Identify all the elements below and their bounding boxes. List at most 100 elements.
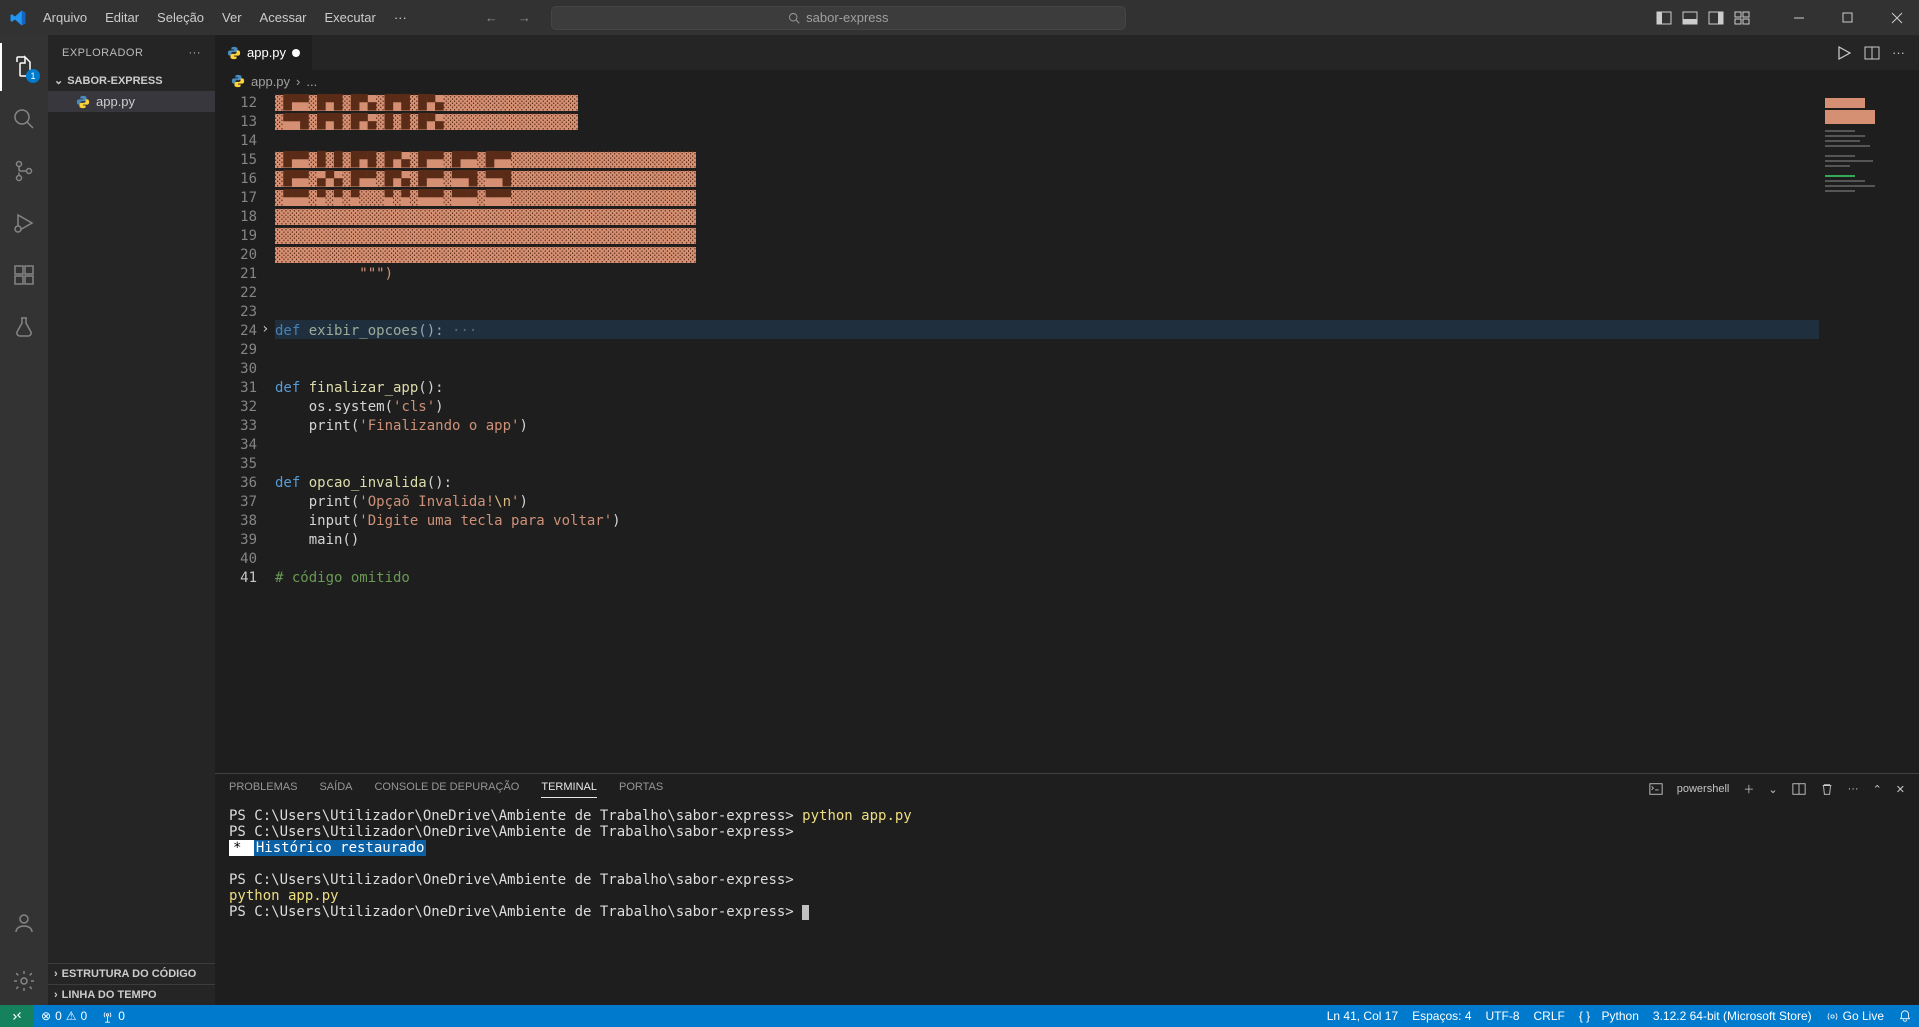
explorer-badge: 1 bbox=[26, 69, 40, 83]
window-minimize-button[interactable] bbox=[1776, 0, 1821, 35]
editor-actions: ··· bbox=[1822, 35, 1919, 70]
split-editor-icon[interactable] bbox=[1864, 45, 1880, 61]
new-terminal-icon[interactable]: ＋ bbox=[1743, 781, 1754, 797]
warning-icon: ⚠ bbox=[66, 1009, 77, 1023]
activity-testing[interactable] bbox=[0, 303, 48, 351]
panel-tab-terminal[interactable]: TERMINAL bbox=[541, 781, 597, 798]
search-icon bbox=[788, 12, 800, 24]
status-encoding[interactable]: UTF-8 bbox=[1479, 1005, 1527, 1027]
activity-settings[interactable] bbox=[0, 957, 48, 1005]
remote-indicator[interactable] bbox=[0, 1005, 34, 1027]
layout-customize-icon[interactable] bbox=[1732, 8, 1752, 28]
terminal[interactable]: PS C:\Users\Utilizador\OneDrive\Ambiente… bbox=[215, 804, 1919, 1005]
explorer-title: EXPLORADOR bbox=[62, 47, 143, 59]
panel-tab-problemas[interactable]: PROBLEMAS bbox=[229, 781, 297, 797]
title-bar: Arquivo Editar Seleção Ver Acessar Execu… bbox=[0, 0, 1919, 35]
layout-panel-icon[interactable] bbox=[1680, 8, 1700, 28]
python-file-icon bbox=[227, 46, 241, 60]
status-language[interactable]: { } Python bbox=[1572, 1005, 1646, 1027]
status-cursor[interactable]: Ln 41, Col 17 bbox=[1320, 1005, 1405, 1027]
broadcast-icon bbox=[1826, 1010, 1839, 1023]
menu-more[interactable]: ··· bbox=[386, 5, 415, 30]
window-close-button[interactable] bbox=[1874, 0, 1919, 35]
fold-arrow-icon[interactable]: › bbox=[261, 320, 269, 339]
code-content[interactable]: › ░█▀▀░█▀█░█▀▄░█▀█░█▀▄░░░░░░░░░░░░░░░░ ░… bbox=[275, 92, 1819, 773]
breadcrumb-separator: › bbox=[296, 74, 300, 89]
layout-controls bbox=[1654, 8, 1752, 28]
python-file-icon bbox=[76, 95, 90, 109]
editor-more-icon[interactable]: ··· bbox=[1892, 45, 1905, 60]
status-notifications[interactable] bbox=[1891, 1005, 1919, 1027]
breadcrumb-file: app.py bbox=[251, 74, 290, 89]
layout-sidebar-right-icon[interactable] bbox=[1706, 8, 1726, 28]
explorer-more-icon[interactable]: ··· bbox=[189, 47, 202, 59]
menu-arquivo[interactable]: Arquivo bbox=[35, 5, 95, 30]
panel-maximize-icon[interactable]: ⌃ bbox=[1873, 783, 1882, 796]
activity-run-debug[interactable] bbox=[0, 199, 48, 247]
breadcrumb[interactable]: app.py › ... bbox=[215, 70, 1919, 92]
nav-forward-icon[interactable]: → bbox=[518, 10, 531, 25]
panel-close-icon[interactable]: ✕ bbox=[1896, 783, 1905, 796]
window-maximize-button[interactable] bbox=[1825, 0, 1870, 35]
dirty-indicator-icon bbox=[292, 49, 300, 57]
panel-tab-saida[interactable]: SAÍDA bbox=[319, 781, 352, 797]
outline-label: ESTRUTURA DO CÓDIGO bbox=[62, 968, 197, 980]
tab-app-py[interactable]: app.py bbox=[215, 35, 313, 70]
outline-section[interactable]: › ESTRUTURA DO CÓDIGO bbox=[48, 963, 215, 984]
status-interpreter[interactable]: 3.12.2 64-bit (Microsoft Store) bbox=[1646, 1005, 1819, 1027]
breadcrumb-symbol: ... bbox=[306, 74, 317, 89]
status-indent[interactable]: Espaços: 4 bbox=[1405, 1005, 1478, 1027]
status-golive[interactable]: Go Live bbox=[1819, 1005, 1891, 1027]
chevron-right-icon: › bbox=[54, 968, 58, 980]
line-gutter: 1213141516171819202122232429303132333435… bbox=[215, 92, 275, 773]
code-editor[interactable]: 1213141516171819202122232429303132333435… bbox=[215, 92, 1919, 773]
command-center-search[interactable]: sabor-express bbox=[551, 6, 1126, 30]
status-problems[interactable]: ⊗0 ⚠0 bbox=[34, 1005, 94, 1027]
panel-more-icon[interactable]: ··· bbox=[1848, 783, 1859, 795]
search-placeholder: sabor-express bbox=[806, 10, 888, 25]
activity-explorer[interactable]: 1 bbox=[0, 43, 48, 91]
status-bar: ⊗0 ⚠0 0 Ln 41, Col 17 Espaços: 4 UTF-8 C… bbox=[0, 1005, 1919, 1027]
tab-label: app.py bbox=[247, 45, 286, 60]
terminal-shell-label[interactable]: powershell bbox=[1677, 783, 1730, 795]
terminal-profile-icon[interactable] bbox=[1649, 782, 1663, 796]
menu-selecao[interactable]: Seleção bbox=[149, 5, 212, 30]
menu-executar[interactable]: Executar bbox=[317, 5, 384, 30]
nav-back-icon[interactable]: ← bbox=[485, 10, 498, 25]
layout-sidebar-left-icon[interactable] bbox=[1654, 8, 1674, 28]
panel-tab-portas[interactable]: PORTAS bbox=[619, 781, 663, 797]
error-icon: ⊗ bbox=[41, 1009, 51, 1023]
activity-source-control[interactable] bbox=[0, 147, 48, 195]
status-ports[interactable]: 0 bbox=[94, 1005, 132, 1027]
activity-account[interactable] bbox=[0, 899, 48, 947]
kill-terminal-icon[interactable] bbox=[1820, 782, 1834, 796]
menu-editar[interactable]: Editar bbox=[97, 5, 147, 30]
vscode-icon bbox=[0, 9, 35, 27]
file-app-py[interactable]: app.py bbox=[48, 91, 215, 112]
activity-bar: 1 bbox=[0, 35, 48, 1005]
split-terminal-icon[interactable] bbox=[1792, 782, 1806, 796]
file-name-label: app.py bbox=[96, 94, 135, 109]
python-file-icon bbox=[231, 74, 245, 88]
panel-tabs: PROBLEMAS SAÍDA CONSOLE DE DEPURAÇÃO TER… bbox=[215, 774, 1919, 804]
timeline-section[interactable]: › LINHA DO TEMPO bbox=[48, 984, 215, 1005]
minimap[interactable] bbox=[1819, 92, 1919, 773]
menu-bar: Arquivo Editar Seleção Ver Acessar Execu… bbox=[35, 5, 415, 30]
sidebar-explorer: EXPLORADOR ··· ⌄ SABOR-EXPRESS app.py › … bbox=[48, 35, 215, 1005]
status-eol[interactable]: CRLF bbox=[1527, 1005, 1572, 1027]
panel-tab-debug-console[interactable]: CONSOLE DE DEPURAÇÃO bbox=[374, 781, 519, 797]
menu-ver[interactable]: Ver bbox=[214, 5, 250, 30]
menu-acessar[interactable]: Acessar bbox=[252, 5, 315, 30]
chevron-down-icon: ⌄ bbox=[54, 74, 63, 87]
activity-search[interactable] bbox=[0, 95, 48, 143]
panel-actions: powershell ＋ ⌄ ··· ⌃ ✕ bbox=[1649, 781, 1905, 797]
editor-area: app.py ··· app.py › ... 1213141516171819… bbox=[215, 35, 1919, 1005]
activity-extensions[interactable] bbox=[0, 251, 48, 299]
terminal-dropdown-icon[interactable]: ⌄ bbox=[1768, 783, 1777, 796]
timeline-label: LINHA DO TEMPO bbox=[62, 989, 157, 1001]
nav-arrows: ← → bbox=[485, 10, 531, 25]
run-icon[interactable] bbox=[1836, 45, 1852, 61]
workspace-header[interactable]: ⌄ SABOR-EXPRESS bbox=[48, 70, 215, 91]
radio-tower-icon bbox=[101, 1010, 114, 1023]
chevron-right-icon: › bbox=[54, 989, 58, 1001]
